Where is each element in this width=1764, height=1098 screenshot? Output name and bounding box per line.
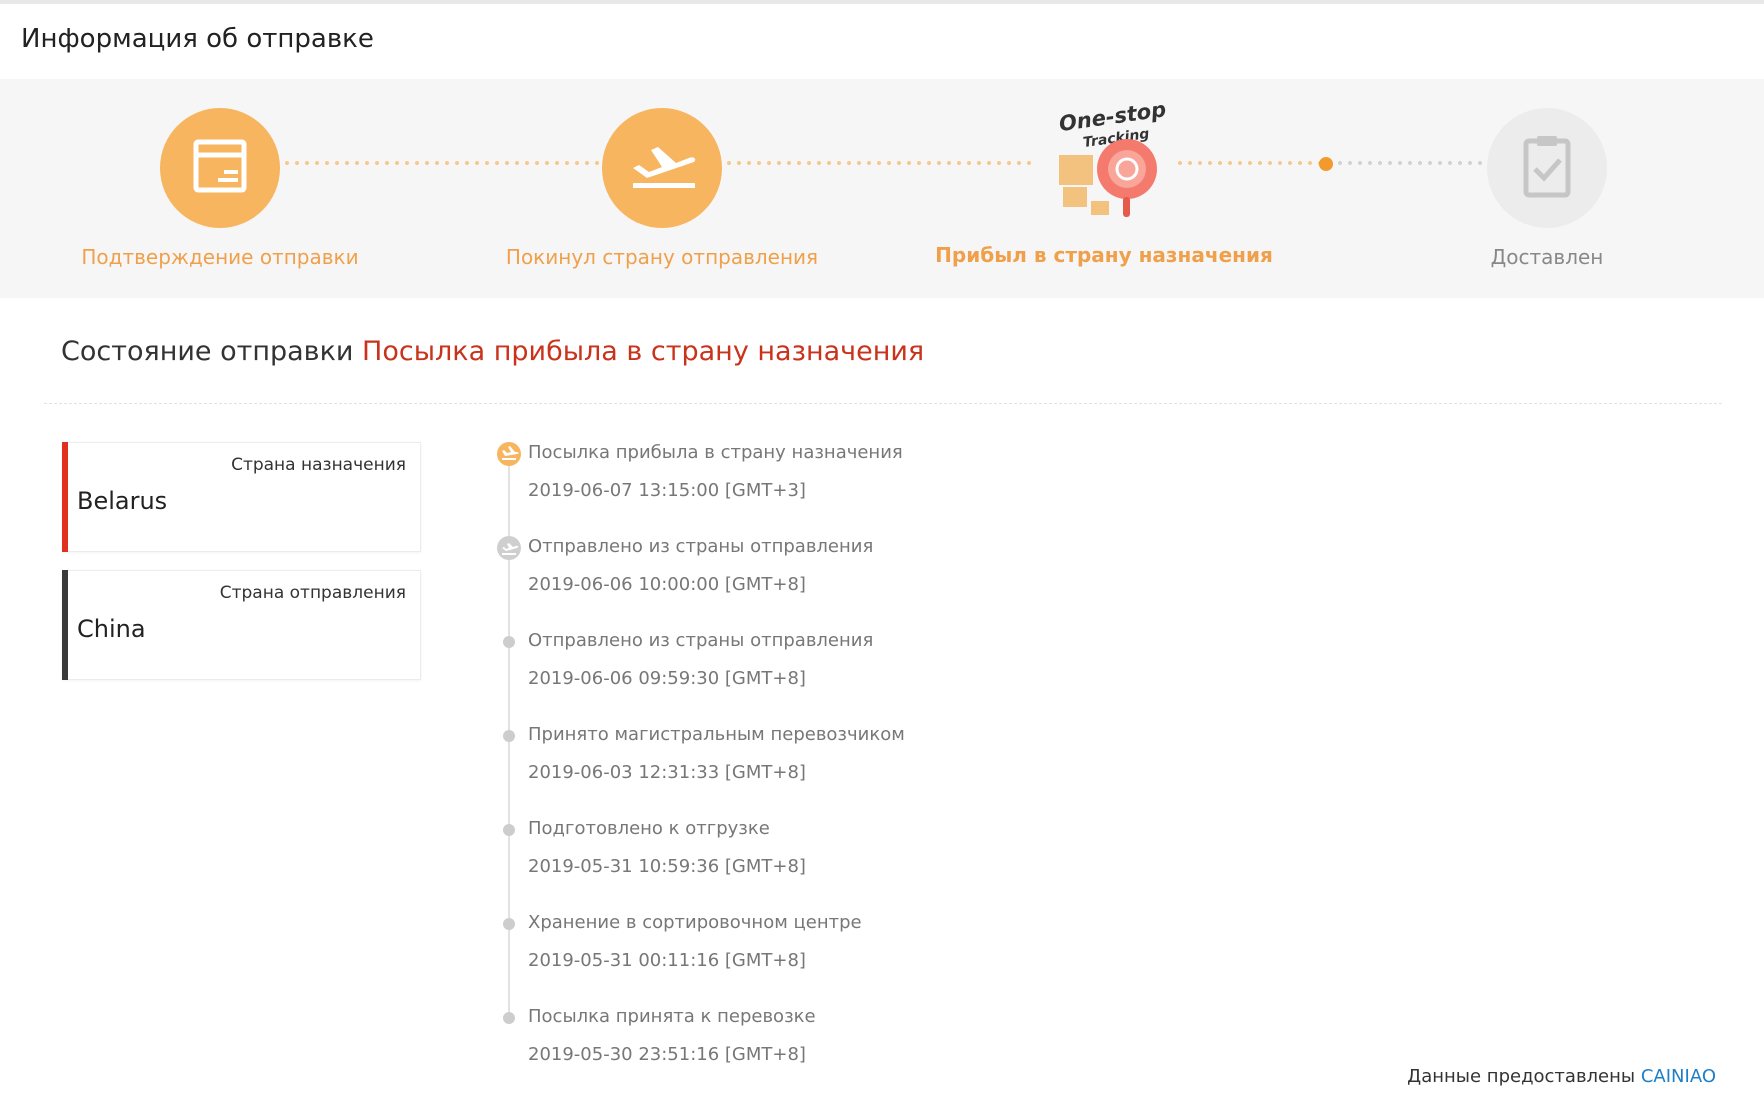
event-time: 2019-05-31 00:11:16 [GMT+8] bbox=[528, 950, 806, 971]
data-provider: Данные предоставлены CAINIAO bbox=[1407, 1066, 1716, 1087]
timeline-dot bbox=[503, 824, 515, 836]
status-label: Состояние отправки bbox=[61, 336, 354, 367]
package-icon bbox=[193, 139, 247, 193]
timeline-dot bbox=[503, 730, 515, 742]
timeline-dot bbox=[503, 1012, 515, 1024]
step-connector-pending bbox=[1335, 161, 1485, 165]
country-type: Страна отправления bbox=[219, 583, 406, 603]
event-time: 2019-06-07 13:15:00 [GMT+3] bbox=[528, 480, 806, 501]
step-confirm-circle bbox=[160, 108, 280, 228]
event-title: Посылка прибыла в страну назначения bbox=[528, 442, 903, 463]
step-label-departed: Покинул страну отправления bbox=[505, 245, 819, 269]
event-time: 2019-06-03 12:31:33 [GMT+8] bbox=[528, 762, 806, 783]
step-label-confirm: Подтверждение отправки bbox=[81, 245, 359, 269]
event-title: Отправлено из страны отправления bbox=[528, 536, 874, 557]
one-stop-tracking-logo: One-stop Tracking bbox=[1057, 97, 1168, 217]
clipboard-check-icon bbox=[1523, 136, 1571, 198]
section-divider bbox=[44, 403, 1722, 404]
provider-prefix: Данные предоставлены bbox=[1407, 1066, 1636, 1087]
origin-country-card: Страна отправления China bbox=[62, 570, 421, 680]
step-label-delivered: Доставлен bbox=[1490, 245, 1604, 269]
event-time: 2019-05-31 10:59:36 [GMT+8] bbox=[528, 856, 806, 877]
arrival-event-icon bbox=[497, 442, 521, 466]
timeline-dot bbox=[503, 918, 515, 930]
provider-link[interactable]: CAINIAO bbox=[1641, 1066, 1716, 1087]
event-title: Посылка принята к перевозке bbox=[528, 1006, 816, 1027]
current-position-marker bbox=[1319, 157, 1333, 171]
country-name: Belarus bbox=[77, 487, 168, 515]
country-name: China bbox=[77, 615, 146, 643]
event-title: Хранение в сортировочном центре bbox=[528, 912, 862, 933]
event-time: 2019-06-06 09:59:30 [GMT+8] bbox=[528, 668, 806, 689]
status-value: Посылка прибыла в страну назначения bbox=[362, 336, 925, 367]
plane-departure-icon bbox=[633, 147, 696, 188]
event-time: 2019-05-30 23:51:16 [GMT+8] bbox=[528, 1044, 806, 1065]
country-type: Страна назначения bbox=[231, 455, 406, 475]
timeline-dot bbox=[503, 636, 515, 648]
step-label-arrived: Прибыл в страну назначения bbox=[935, 243, 1273, 267]
card-accent-bar bbox=[62, 442, 68, 552]
destination-country-card: Страна назначения Belarus bbox=[62, 442, 421, 552]
event-title: Отправлено из страны отправления bbox=[528, 630, 874, 651]
top-divider bbox=[0, 0, 1764, 4]
page-title: Информация об отправке bbox=[21, 24, 374, 54]
event-title: Принято магистральным перевозчиком bbox=[528, 724, 905, 745]
shipment-status: Состояние отправки Посылка прибыла в стр… bbox=[61, 336, 924, 367]
progress-steps: Подтверждение отправки Покинул страну от… bbox=[0, 79, 1764, 298]
step-connector bbox=[724, 161, 1036, 165]
departure-event-icon bbox=[497, 536, 521, 560]
step-connector bbox=[1175, 161, 1323, 165]
card-accent-bar bbox=[62, 570, 68, 680]
event-title: Подготовлено к отгрузке bbox=[528, 818, 770, 839]
event-time: 2019-06-06 10:00:00 [GMT+8] bbox=[528, 574, 806, 595]
step-delivered-circle bbox=[1487, 108, 1607, 228]
step-connector bbox=[282, 161, 600, 165]
step-departed-circle bbox=[602, 108, 722, 228]
